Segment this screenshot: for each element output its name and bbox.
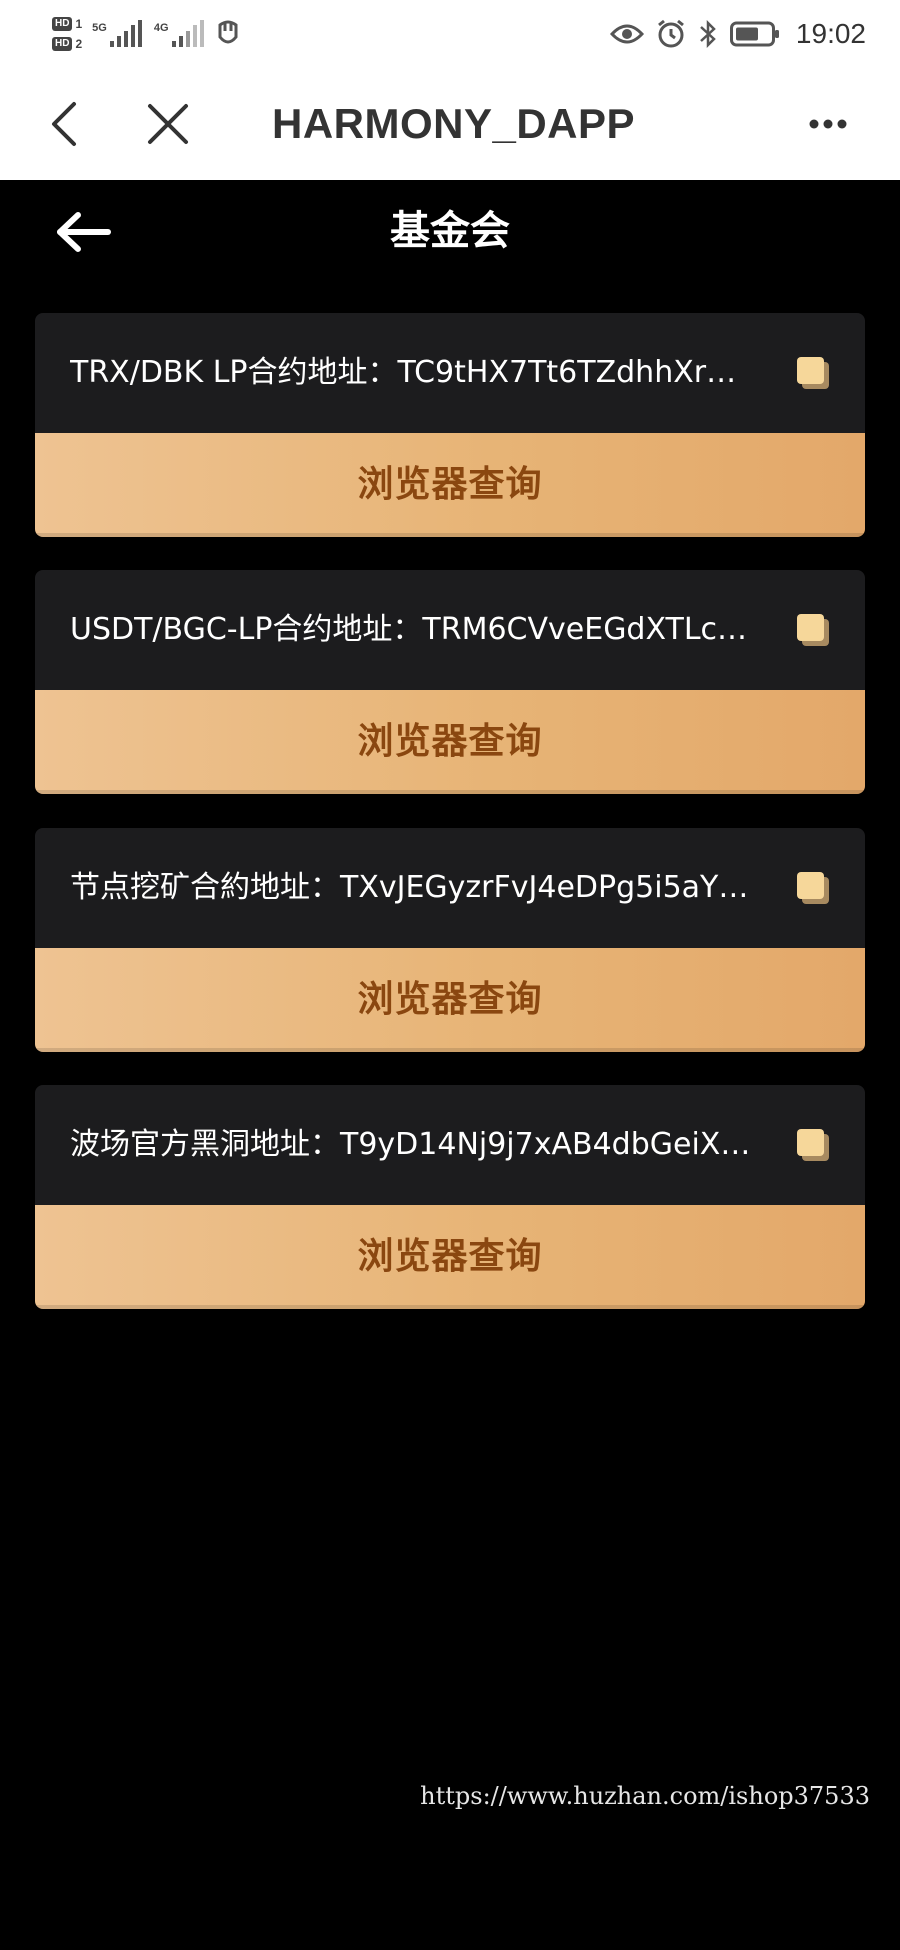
explorer-query-button[interactable]: 浏览器查询 xyxy=(35,690,865,794)
copy-icon[interactable] xyxy=(795,870,831,906)
card-address-row: TRX/DBK LP合约地址：TC9tHX7Tt6TZdhhXr… xyxy=(35,313,865,433)
contract-card: 波场官方黑洞地址：T9yD14Nj9j7xAB4dbGeiX… 浏览器查询 xyxy=(35,1085,865,1309)
copy-icon[interactable] xyxy=(795,612,831,648)
nav-title: HARMONY_DAPP xyxy=(272,100,636,147)
page-title: 基金会 xyxy=(390,208,510,254)
explorer-query-button[interactable]: 浏览器查询 xyxy=(35,433,865,537)
sim-indicators: HD 1 HD 2 xyxy=(52,17,82,51)
contract-card: USDT/BGC-LP合约地址：TRM6CVveEGdXTLc… 浏览器查询 xyxy=(35,570,865,794)
battery-icon xyxy=(729,21,779,47)
sim2-number: 2 xyxy=(75,37,83,51)
explorer-query-button[interactable]: 浏览器查询 xyxy=(35,948,865,1052)
close-icon[interactable] xyxy=(146,102,190,146)
status-bar: HD 1 HD 2 5G 4G 19:02 xyxy=(0,0,900,68)
bluetooth-icon xyxy=(700,19,716,49)
status-left: HD 1 HD 2 5G 4G xyxy=(52,10,242,58)
network-4g-label: 4G xyxy=(153,22,169,34)
signal-4g: 4G xyxy=(154,19,206,49)
sim2-indicator: HD 2 xyxy=(52,37,82,51)
alarm-icon xyxy=(657,19,684,48)
card-address-row: 波场官方黑洞地址：T9yD14Nj9j7xAB4dbGeiX… xyxy=(35,1085,865,1205)
contract-card: TRX/DBK LP合约地址：TC9tHX7Tt6TZdhhXr… 浏览器查询 xyxy=(35,313,865,537)
card-address-row: USDT/BGC-LP合约地址：TRM6CVveEGdXTLc… xyxy=(35,570,865,690)
copy-icon[interactable] xyxy=(795,1127,831,1163)
contract-address: 波场官方黑洞地址：T9yD14Nj9j7xAB4dbGeiX… xyxy=(70,1127,751,1162)
explorer-query-button[interactable]: 浏览器查询 xyxy=(35,1205,865,1309)
signal-icon xyxy=(109,20,142,47)
copy-icon[interactable] xyxy=(795,355,831,391)
sim1-label: HD xyxy=(52,17,73,31)
contract-address: USDT/BGC-LP合约地址：TRM6CVveEGdXTLc… xyxy=(70,612,748,647)
signal-icon xyxy=(171,20,204,47)
watermark-text: https://www.huzhan.com/ishop37533 xyxy=(420,1782,870,1810)
usb-icon xyxy=(218,20,238,44)
contract-address: TRX/DBK LP合约地址：TC9tHX7Tt6TZdhhXr… xyxy=(70,355,737,390)
sim1-indicator: HD 1 xyxy=(52,17,82,31)
more-icon[interactable] xyxy=(808,118,848,130)
clock: 19:02 xyxy=(795,18,866,49)
page-header: 基金会 xyxy=(0,180,900,290)
contract-card: 节点挖矿合約地址：TXvJEGyzrFvJ4eDPg5i5aY… 浏览器查询 xyxy=(35,828,865,1052)
sim2-label: HD xyxy=(52,37,73,51)
status-right: 19:02 xyxy=(609,12,866,56)
card-address-row: 节点挖矿合約地址：TXvJEGyzrFvJ4eDPg5i5aY… xyxy=(35,828,865,948)
eye-icon xyxy=(609,24,644,44)
network-5g-label: 5G xyxy=(92,22,107,34)
app-nav-bar: HARMONY_DAPP xyxy=(0,68,900,180)
contract-address: 节点挖矿合約地址：TXvJEGyzrFvJ4eDPg5i5aY… xyxy=(70,870,749,905)
sim1-number: 1 xyxy=(75,17,83,31)
signal-5g: 5G xyxy=(92,19,144,49)
back-chevron-icon[interactable] xyxy=(44,98,84,150)
